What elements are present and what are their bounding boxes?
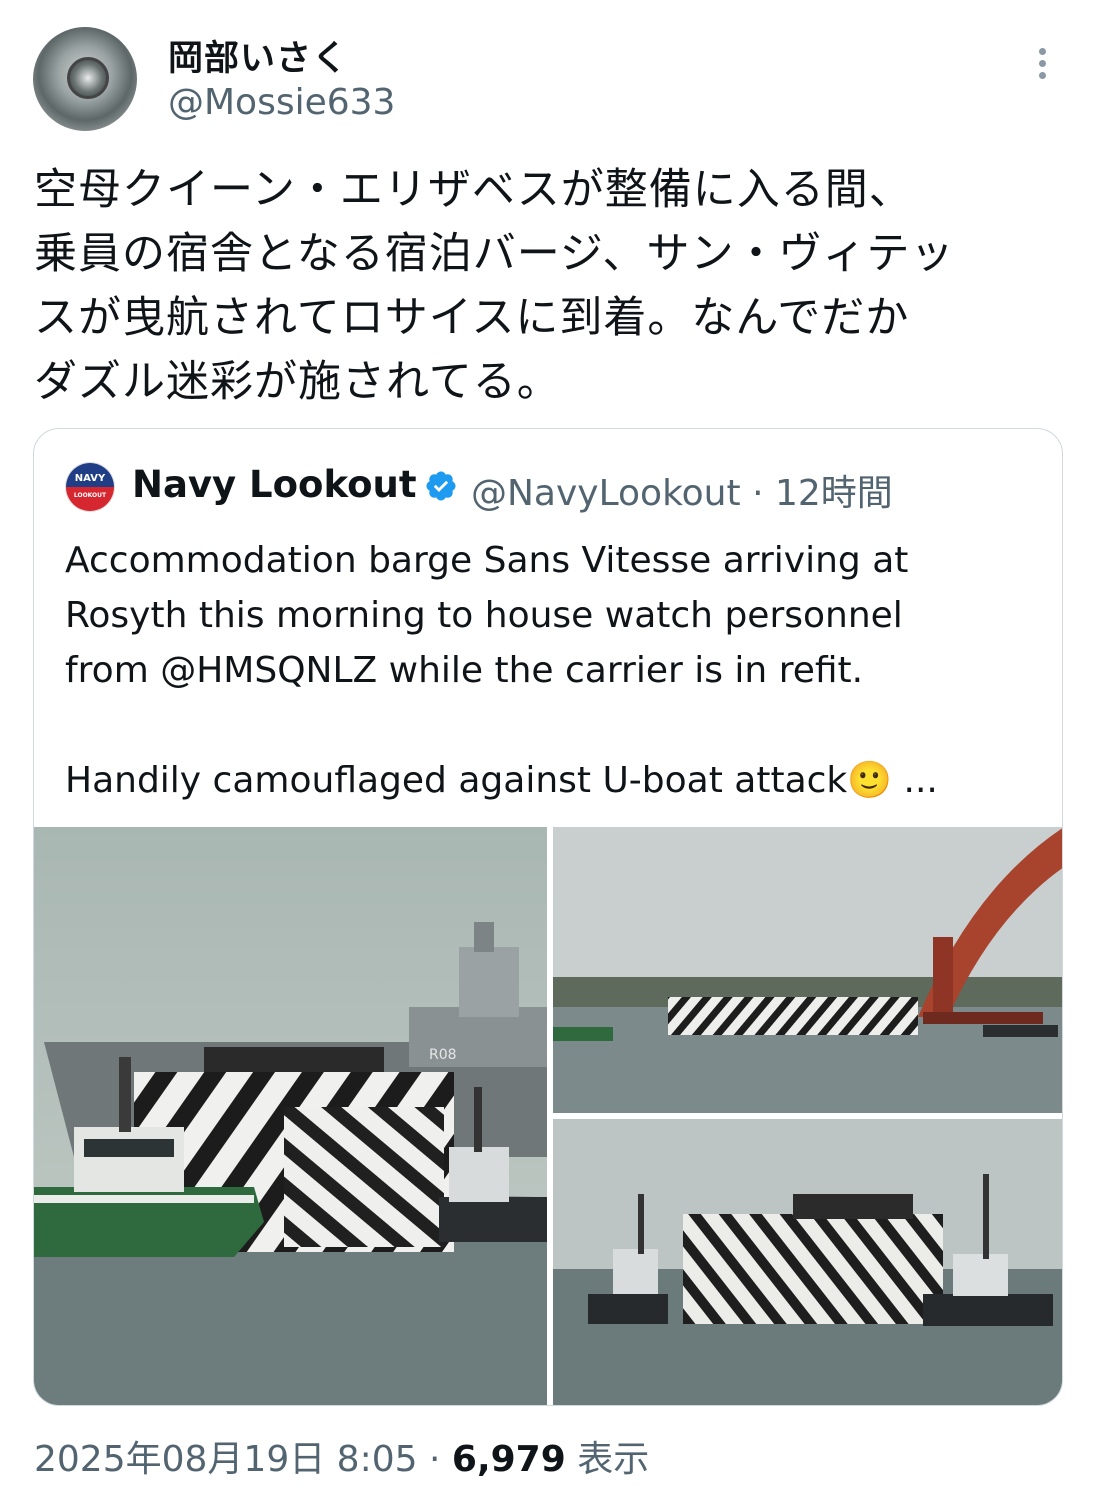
quoted-text-line: Rosyth this morning to house watch perso… <box>65 595 903 636</box>
photo-barge-tugs[interactable] <box>553 1119 1062 1405</box>
tweet-text: 空母クイーン・エリザベスが整備に入る間、 乗員の宿舎となる宿泊バージ、サン・ヴィ… <box>34 158 1064 414</box>
quoted-handle[interactable]: @NavyLookout <box>471 473 741 514</box>
media-grid: R08 <box>34 827 1062 1405</box>
quoted-text-line <box>65 698 1045 753</box>
quoted-meta: @NavyLookout · 12時間 <box>471 464 893 516</box>
view-count: 6,979 <box>451 1439 566 1480</box>
quoted-text: Accommodation barge Sans Vitesse arrivin… <box>65 533 1045 808</box>
tweet-footer: 2025年08月19日 8:05 · 6,979 表示 <box>34 1430 649 1482</box>
navy-lookout-logo[interactable]: NAVY LOOKOUT <box>65 462 115 512</box>
quoted-text-line: from @HMSQNLZ while the carrier is in re… <box>65 650 864 691</box>
tweet-text-line: スが曳航されてロサイスに到着。なんでだか <box>34 293 910 343</box>
quoted-text-line: Accommodation barge Sans Vitesse arrivin… <box>65 540 909 581</box>
author-display-name[interactable]: 岡部いさく <box>168 30 348 81</box>
photo-forth-bridge[interactable] <box>553 827 1062 1113</box>
views-label: 表示 <box>577 1439 650 1480</box>
tweet-datetime[interactable]: 2025年08月19日 8:05 <box>34 1439 418 1480</box>
logo-text-bottom: LOOKOUT <box>73 492 107 499</box>
quoted-time[interactable]: 12時間 <box>775 473 893 514</box>
more-icon[interactable] <box>1032 48 1052 88</box>
photo-barge-carrier[interactable]: R08 <box>34 827 547 1405</box>
quoted-tweet-card[interactable]: NAVY LOOKOUT Navy Lookout @NavyLookout ·… <box>33 428 1063 1406</box>
meta-separator: · <box>752 473 764 514</box>
author-handle[interactable]: @Mossie633 <box>168 82 395 123</box>
footer-separator: · <box>428 1439 441 1480</box>
quoted-display-name[interactable]: Navy Lookout <box>132 463 417 506</box>
tweet-text-line: ダズル迷彩が施されてる。 <box>34 357 561 407</box>
quoted-text-line: Handily camouflaged against U-boat attac… <box>65 760 938 801</box>
verified-icon <box>426 471 456 501</box>
author-avatar[interactable] <box>33 27 137 131</box>
hull-marking: R08 <box>429 1047 457 1063</box>
logo-text-top: NAVY <box>74 473 106 484</box>
tweet-text-line: 空母クイーン・エリザベスが整備に入る間、 <box>34 165 913 215</box>
tweet-text-line: 乗員の宿舎となる宿泊バージ、サン・ヴィテッ <box>34 229 955 279</box>
